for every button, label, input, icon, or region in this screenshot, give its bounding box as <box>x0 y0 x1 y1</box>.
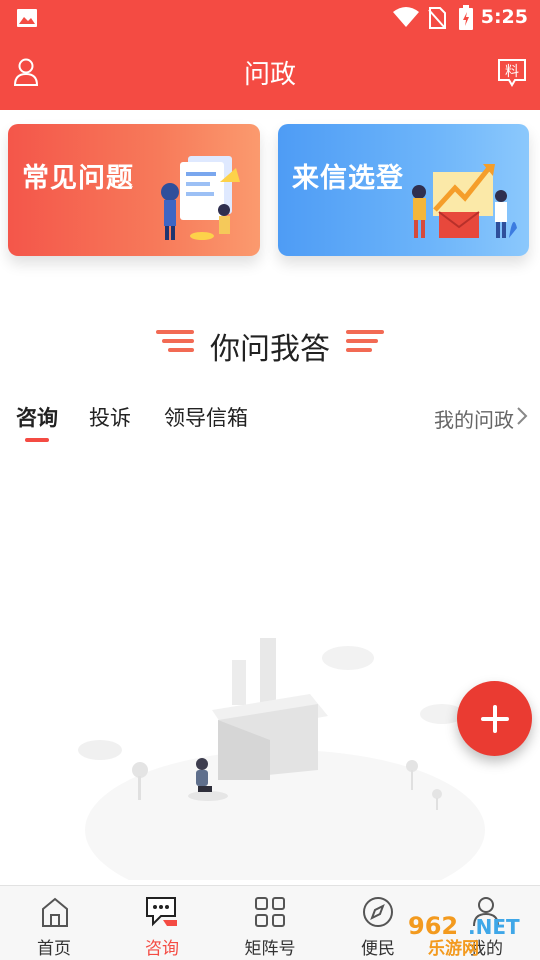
empty-state-illustration <box>78 638 485 880</box>
tab-bar: 咨询 投诉 领导信箱 我的问政 <box>0 396 540 446</box>
status-time: 5:25 <box>480 6 528 28</box>
plus-icon <box>481 705 509 733</box>
nav-home-label: 首页 <box>37 939 71 959</box>
wifi-icon <box>393 7 419 27</box>
no-sim-icon <box>428 7 446 29</box>
nav-matrix-label: 矩阵号 <box>244 939 296 959</box>
chat-icon <box>146 897 177 927</box>
home-icon <box>42 897 68 927</box>
image-icon <box>17 9 37 27</box>
app-screen: 5:25 问政 料 常见问题 来信选登 你问我答 咨询 投诉 领导信箱 我的问政… <box>0 0 540 960</box>
compass-icon <box>363 897 393 927</box>
report-icon[interactable]: 料 <box>497 58 527 88</box>
battery-charging-icon <box>459 5 473 30</box>
header-bar: 问政 料 <box>0 36 540 110</box>
tab-leader-mailbox[interactable]: 领导信箱 <box>164 402 248 432</box>
letters-illustration-icon <box>412 164 517 238</box>
nav-consult[interactable]: 咨询 <box>112 886 212 960</box>
faq-illustration-icon <box>161 156 240 240</box>
status-bar: 5:25 <box>0 0 540 36</box>
grid-icon <box>255 897 285 927</box>
active-tab-indicator <box>25 438 49 442</box>
section-deco-right-icon <box>346 330 384 352</box>
faq-card[interactable]: 常见问题 <box>8 124 260 256</box>
new-question-button[interactable] <box>457 681 532 756</box>
site-watermark: 962 .NET 乐游网 <box>402 910 534 959</box>
chevron-right-icon <box>517 407 528 425</box>
svg-text:料: 料 <box>505 64 519 80</box>
section-header: 你问我答 <box>0 320 540 367</box>
section-title: 你问我答 <box>210 332 330 367</box>
tab-complaint[interactable]: 投诉 <box>89 402 131 432</box>
letters-card-title: 来信选登 <box>292 163 404 194</box>
page-title: 问政 <box>243 60 296 90</box>
my-wenzheng-link[interactable]: 我的问政 <box>434 404 514 433</box>
faq-card-title: 常见问题 <box>22 163 134 194</box>
nav-home[interactable]: 首页 <box>4 886 104 960</box>
tab-consult[interactable]: 咨询 <box>16 402 58 432</box>
nav-matrix[interactable]: 矩阵号 <box>220 886 320 960</box>
nav-consult-label: 咨询 <box>145 939 179 959</box>
watermark-text: 乐游网 <box>428 939 479 959</box>
letters-card[interactable]: 来信选登 <box>278 124 529 256</box>
